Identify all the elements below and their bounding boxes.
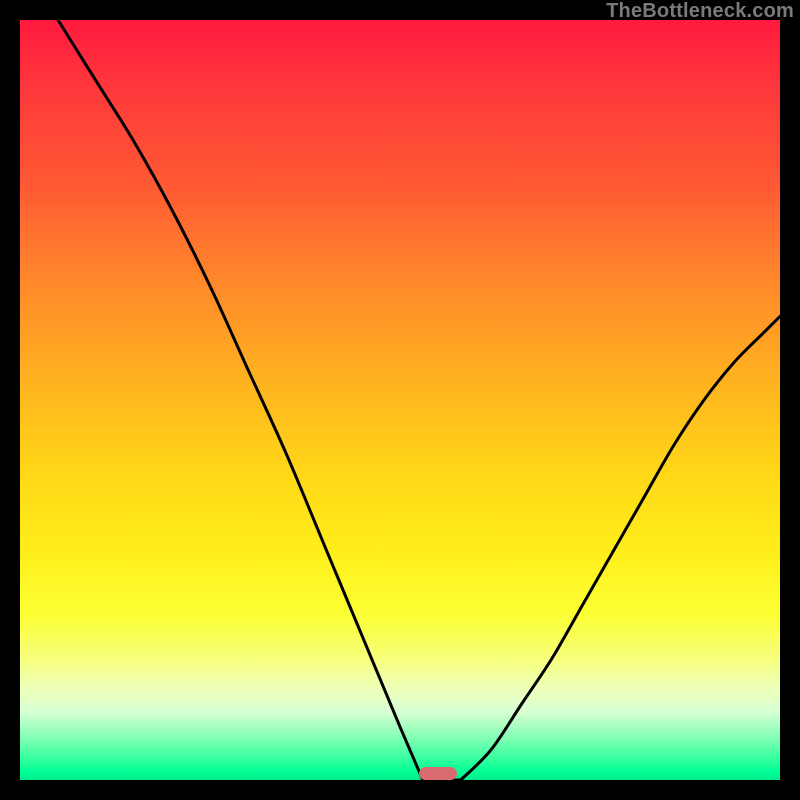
watermark-text: TheBottleneck.com (606, 0, 794, 23)
plot-area (20, 20, 780, 780)
chart-frame: TheBottleneck.com (0, 0, 800, 800)
optimum-marker (419, 767, 457, 780)
bottleneck-curve (20, 20, 780, 780)
